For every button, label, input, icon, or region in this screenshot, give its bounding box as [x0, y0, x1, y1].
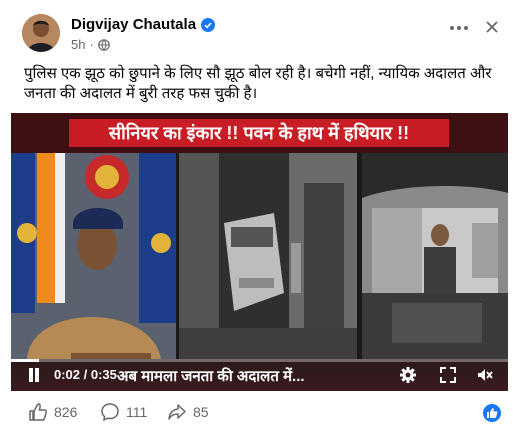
video-frame-cctv [179, 153, 357, 359]
post-timestamp[interactable]: 5h [71, 37, 85, 52]
close-icon[interactable] [481, 16, 503, 38]
video-frame-officer [11, 153, 176, 359]
post-meta: 5h · [71, 37, 110, 52]
facebook-post: Digvijay Chautala 5h · पुलिस एक झूठ को छ… [0, 0, 515, 428]
author-name[interactable]: Digvijay Chautala [71, 16, 216, 33]
comment-icon [101, 403, 119, 421]
pause-icon[interactable] [27, 368, 41, 382]
verified-badge-icon [201, 17, 216, 32]
comment-button[interactable]: 111 [100, 402, 147, 422]
settings-icon[interactable] [399, 366, 417, 384]
like-button[interactable]: 826 [28, 402, 77, 422]
post-actions: 826 111 85 [0, 396, 515, 428]
video-ticker-text: अब मामला जनता की अदालत में... [117, 368, 305, 385]
facebook-like-icon[interactable] [483, 404, 501, 422]
video-time: 0:02 / 0:35 [54, 367, 117, 382]
share-count: 85 [193, 404, 209, 420]
more-options-icon[interactable] [447, 20, 471, 36]
fullscreen-icon[interactable] [439, 366, 457, 384]
post-caption: पुलिस एक झूठ को छुपाने के लिए सौ झूठ बोल… [24, 65, 492, 102]
avatar[interactable] [22, 14, 60, 52]
comment-count: 111 [126, 404, 148, 420]
video-progress-bar[interactable] [11, 359, 508, 362]
video-progress-fill [11, 359, 40, 362]
like-icon [29, 403, 48, 421]
author-name-text[interactable]: Digvijay Chautala [71, 16, 196, 33]
mute-icon[interactable] [476, 366, 494, 384]
like-count: 826 [54, 404, 78, 420]
post-header: Digvijay Chautala 5h · [10, 10, 505, 54]
video-controls: 0:02 / 0:35 अब मामला जनता की अदालत में..… [11, 359, 508, 391]
share-icon [168, 404, 186, 420]
video-banner-text: सीनियर का इंकार !! पवन के हाथ में हथियार… [69, 119, 449, 147]
video-player[interactable]: सीनियर का इंकार !! पवन के हाथ में हथियार… [11, 113, 508, 391]
share-button[interactable]: 85 [167, 402, 209, 422]
meta-separator: · [89, 37, 94, 52]
video-frame-car-interior [362, 153, 508, 359]
globe-icon [98, 38, 110, 51]
video-banner: सीनियर का इंकार !! पवन के हाथ में हथियार… [11, 113, 508, 153]
